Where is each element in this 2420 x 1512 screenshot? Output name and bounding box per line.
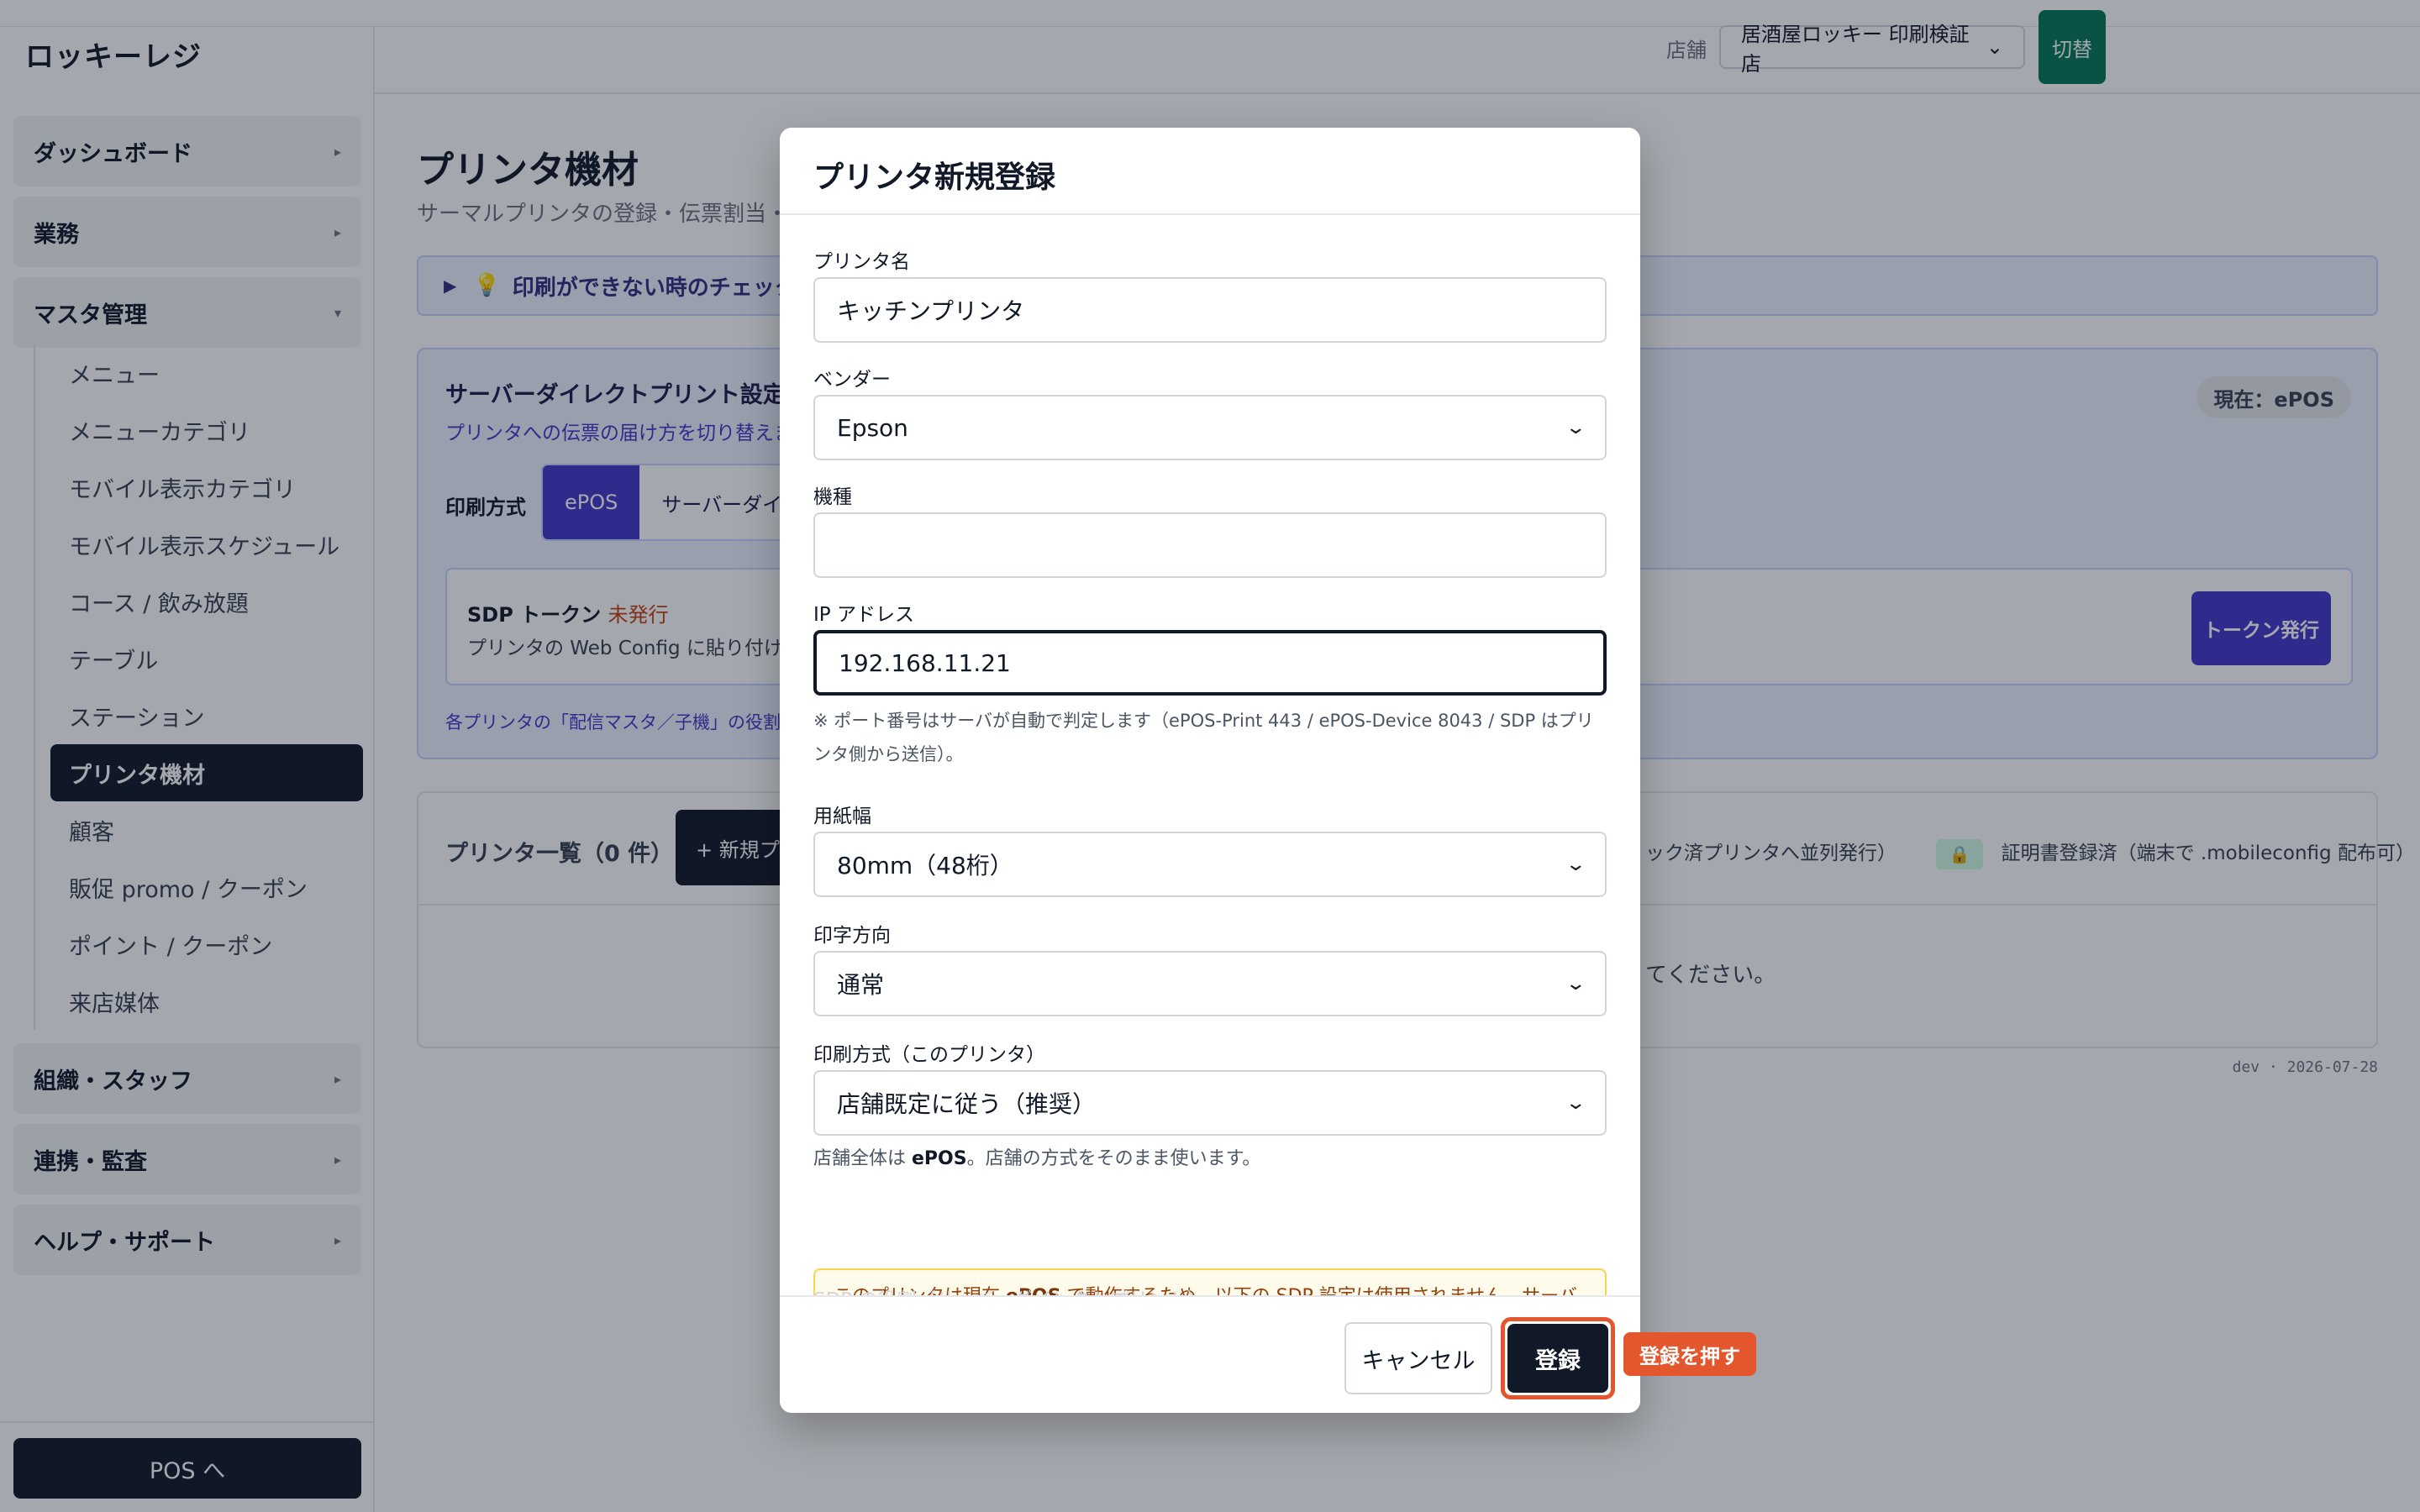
print-method-help: 店舗全体は ePOS。店舗の方式をそのまま使います。 [813, 1142, 1607, 1176]
new-printer-modal: プリンタ新規登録 プリンタ名 キッチンプリンタ ベンダー Epson ⌄ 機種 … [780, 128, 1640, 1413]
vendor-value: Epson [837, 413, 908, 442]
instruction-tag: 登録を押す [1623, 1332, 1756, 1376]
print-method-value: 店舗既定に従う（推奨） [837, 1090, 1097, 1118]
print-direction-label: 印字方向 [813, 925, 891, 947]
print-method-select[interactable]: 店舗既定に従う（推奨） ⌄ [813, 1070, 1607, 1136]
cancel-button[interactable]: キャンセル [1344, 1322, 1492, 1394]
printer-name-field[interactable]: キッチンプリンタ [813, 277, 1607, 343]
paper-width-label: 用紙幅 [813, 806, 871, 827]
print-direction-value: 通常 [837, 971, 885, 999]
help-prefix: 店舗全体は [813, 1148, 907, 1169]
paper-width-value: 80mm（48桁） [837, 852, 1013, 879]
help-bold: ePOS [912, 1148, 967, 1169]
modal-body: プリンタ名 キッチンプリンタ ベンダー Epson ⌄ 機種 IP アドレス 1… [780, 217, 1640, 1413]
ip-help: ※ ポート番号はサーバが自動で判定します（ePOS-Print 443 / eP… [813, 711, 1594, 764]
chevron-down-icon: ⌄ [1564, 417, 1586, 438]
printer-name-label: プリンタ名 [813, 251, 910, 273]
ip-label: IP アドレス [813, 604, 914, 626]
register-button[interactable]: 登録 [1507, 1324, 1608, 1393]
vendor-label: ベンダー [813, 369, 891, 391]
model-label: 機種 [813, 486, 852, 508]
print-direction-select[interactable]: 通常 ⌄ [813, 951, 1607, 1016]
chevron-down-icon: ⌄ [1564, 853, 1586, 875]
print-method-label: 印刷方式（このプリンタ） [813, 1044, 1045, 1066]
printer-name-value: キッチンプリンタ [837, 297, 1025, 325]
help-suffix: 。店舗の方式をそのまま使います。 [966, 1148, 1261, 1169]
modal-title: プリンタ新規登録 [813, 160, 1056, 195]
vendor-select[interactable]: Epson ⌄ [813, 395, 1607, 460]
model-field[interactable] [813, 512, 1607, 578]
ip-address-field[interactable]: 192.168.11.21 [813, 630, 1607, 696]
chevron-down-icon: ⌄ [1564, 973, 1586, 995]
ip-address-value: 192.168.11.21 [839, 648, 1011, 677]
paper-width-select[interactable]: 80mm（48桁） ⌄ [813, 832, 1607, 897]
modal-footer: キャンセル 登録 [780, 1295, 1640, 1413]
modal-header: プリンタ新規登録 [780, 128, 1640, 215]
chevron-down-icon: ⌄ [1564, 1092, 1586, 1114]
